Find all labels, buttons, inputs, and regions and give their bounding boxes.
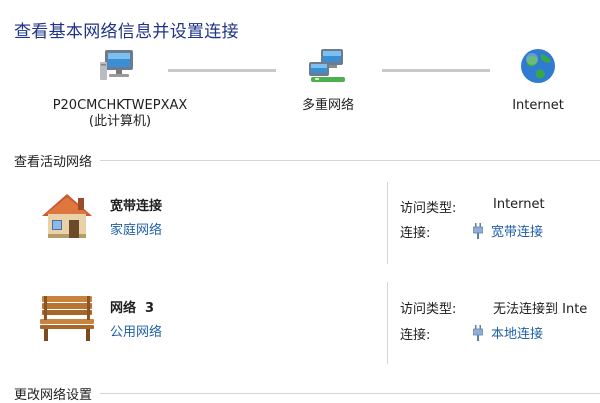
connection-name: 宽带连接 (491, 225, 544, 240)
network-type-link[interactable]: 公用网络 (110, 321, 162, 340)
connection-label: 连接: (400, 226, 431, 241)
network-type-link[interactable]: 家庭网络 (110, 219, 162, 238)
map-link-line (382, 69, 490, 72)
globe-icon (521, 49, 555, 83)
page-title: 查看基本网络信息并设置连接 (14, 22, 239, 42)
network-name: 宽带连接 (110, 199, 163, 214)
active-networks-title: 查看活动网络 (14, 155, 93, 170)
change-settings-header: 更改网络设置 (14, 384, 600, 403)
access-type-value: 无法连接到 Inte (493, 302, 588, 317)
change-settings-title: 更改网络设置 (14, 388, 93, 403)
section-rule (100, 393, 600, 394)
internet-node: Internet (500, 48, 576, 114)
access-type-value: Internet (493, 197, 545, 212)
network-item-network3: 网络 3 公用网络 (36, 292, 386, 356)
home-icon (42, 194, 92, 238)
network-name: 网络 3 (110, 301, 155, 316)
connection-label: 连接: (400, 328, 431, 343)
column-divider (387, 282, 388, 364)
access-type-label: 访问类型: (400, 201, 457, 216)
network-item-broadband: 宽带连接 家庭网络 (36, 190, 386, 254)
network-icon (309, 49, 345, 82)
active-networks-header: 查看活动网络 (14, 151, 600, 170)
plug-icon (473, 324, 483, 341)
multi-network-label: 多重网络 (301, 98, 354, 113)
computer-icon (100, 50, 133, 80)
connection-link-local[interactable]: 本地连接 (473, 323, 543, 342)
computer-sub: (此计算机) (88, 114, 152, 129)
multi-network-node: 多重网络 (280, 48, 376, 114)
access-type-label: 访问类型: (400, 302, 457, 317)
computer-name: P20CMCHKTWEPXAX (52, 98, 188, 113)
map-link-line (168, 69, 276, 72)
computer-node: P20CMCHKTWEPXAX (此计算机) (20, 48, 220, 130)
internet-label: Internet (512, 98, 564, 113)
connection-name: 本地连接 (491, 327, 544, 342)
connection-link-broadband[interactable]: 宽带连接 (473, 221, 543, 240)
section-rule (100, 160, 600, 161)
plug-icon (473, 222, 483, 239)
bench-icon (40, 296, 94, 341)
column-divider (387, 182, 388, 264)
